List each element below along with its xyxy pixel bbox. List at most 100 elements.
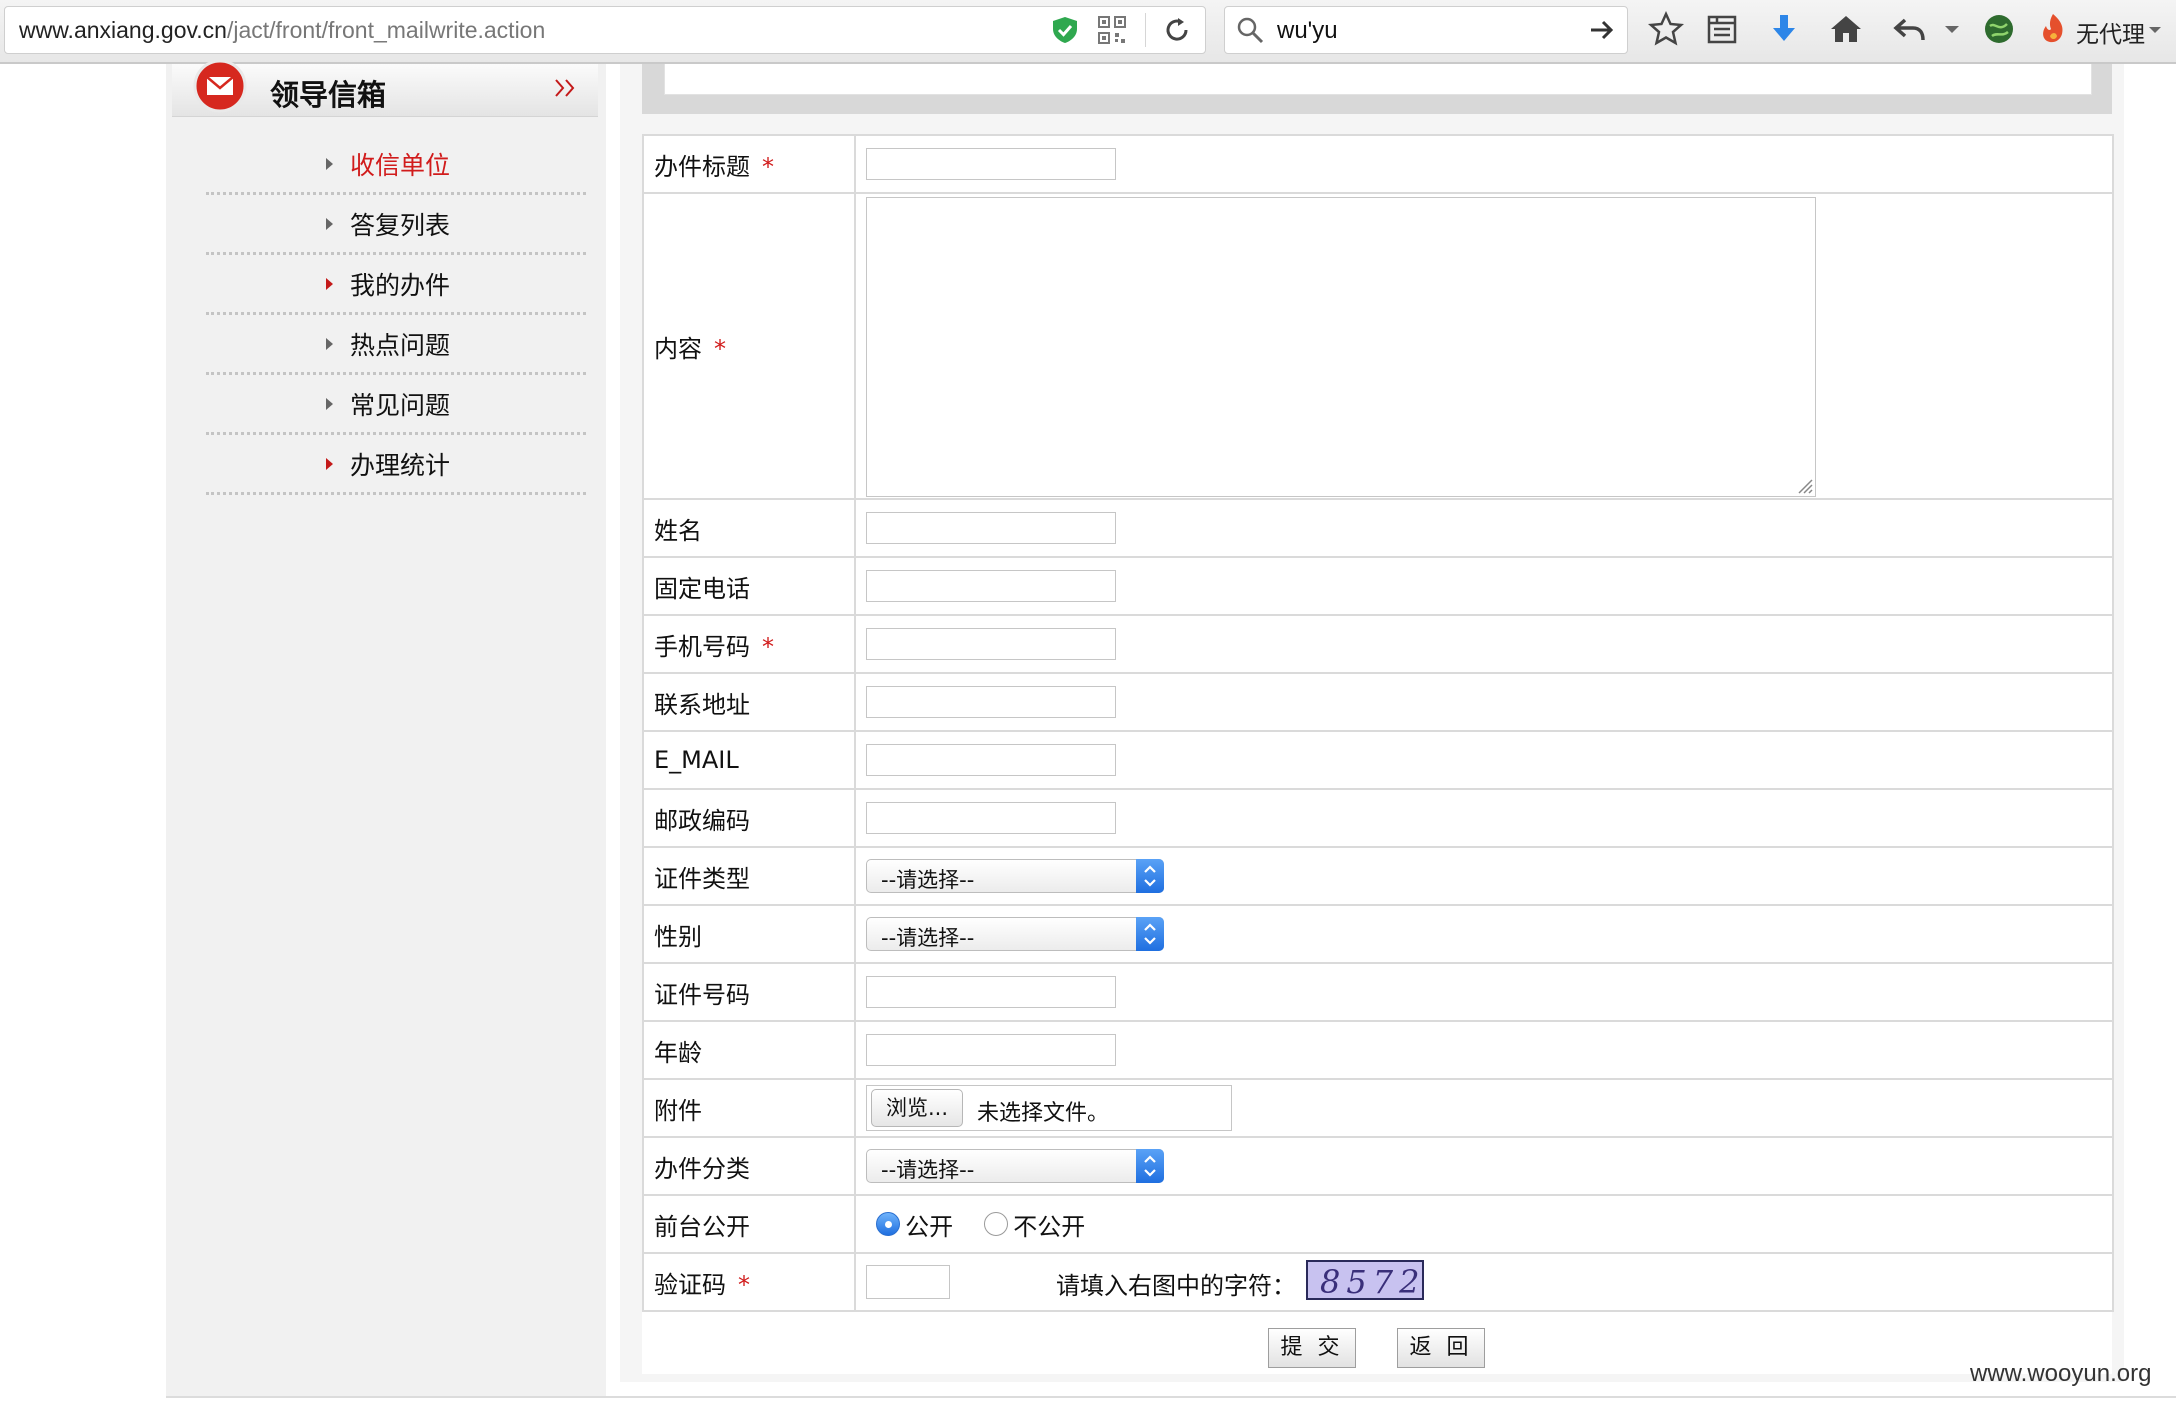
- arrow-right-icon[interactable]: [1587, 15, 1617, 45]
- public-no-radio[interactable]: [984, 1212, 1009, 1236]
- form-row-address: 联系地址: [642, 672, 2114, 732]
- content-area: 办件标题 * 内容 * 姓名 固定电话 手机号码 * 联系地址 E_MAIL 邮…: [620, 64, 2124, 1382]
- watermark: www.wooyun.org: [1970, 1360, 2152, 1387]
- id-number-input[interactable]: [866, 976, 1116, 1008]
- name-input[interactable]: [866, 512, 1116, 544]
- back-button[interactable]: 返 回: [1397, 1328, 1485, 1368]
- select-value: --请选择--: [881, 1158, 975, 1182]
- phone-input[interactable]: [866, 570, 1116, 602]
- sidebar-header: 领导信箱: [172, 59, 598, 117]
- content-textarea[interactable]: [866, 197, 1816, 497]
- sidebar-item-receiving-units[interactable]: 收信单位: [206, 134, 586, 195]
- qr-code-icon[interactable]: [1098, 16, 1126, 44]
- form-row-id-type: 证件类型 --请选择--: [642, 846, 2114, 906]
- form-field-cell: [854, 1020, 2114, 1080]
- form-label: 年龄: [642, 1020, 856, 1080]
- postcode-input[interactable]: [866, 802, 1116, 834]
- home-icon[interactable]: [1827, 10, 1865, 48]
- captcha-image[interactable]: 8572: [1306, 1260, 1424, 1301]
- sidebar-item-my-cases[interactable]: 我的办件: [206, 254, 586, 315]
- sidebar-item-reply-list[interactable]: 答复列表: [206, 194, 586, 255]
- form-field-cell: [854, 962, 2114, 1022]
- select-value: --请选择--: [881, 868, 975, 892]
- sidebar-item-label[interactable]: 热点问题: [350, 326, 450, 362]
- form-field-cell: [854, 498, 2114, 558]
- proxy-label[interactable]: 无代理: [2076, 15, 2145, 49]
- form-field-cell: 请填入右图中的字符： 8572: [854, 1252, 2114, 1312]
- caret-right-icon: [326, 398, 333, 410]
- proxy-fox-icon[interactable]: [2036, 10, 2070, 48]
- select-arrows-icon[interactable]: [1136, 917, 1164, 951]
- sidebar-item-label[interactable]: 答复列表: [350, 206, 450, 242]
- form-label: 办件标题 *: [642, 134, 856, 194]
- reading-list-icon[interactable]: [1703, 10, 1741, 48]
- form-field-cell: [854, 730, 2114, 790]
- undo-icon[interactable]: [1891, 10, 1929, 48]
- proxy-dropdown-icon[interactable]: [2146, 10, 2164, 48]
- page-bottom-border: [166, 1396, 2176, 1398]
- search-query[interactable]: wu'yu: [1277, 17, 1338, 45]
- sidebar-item-statistics[interactable]: 办理统计: [206, 434, 586, 495]
- captcha-input[interactable]: [866, 1265, 950, 1299]
- sidebar-item-label[interactable]: 我的办件: [350, 266, 450, 302]
- address-input[interactable]: [866, 686, 1116, 718]
- age-input[interactable]: [866, 1034, 1116, 1066]
- form-row-captcha: 验证码 * 请填入右图中的字符： 8572: [642, 1252, 2114, 1312]
- submit-button[interactable]: 提 交: [1268, 1328, 1356, 1368]
- sidebar-item-faq[interactable]: 常见问题: [206, 374, 586, 435]
- form-label: 手机号码 *: [642, 614, 856, 674]
- url-text[interactable]: www.anxiang.gov.cn/jact/front/front_mail…: [19, 17, 545, 44]
- sidebar-item-label[interactable]: 收信单位: [350, 146, 450, 182]
- form-row-name: 姓名: [642, 498, 2114, 558]
- address-bar[interactable]: www.anxiang.gov.cn/jact/front/front_mail…: [4, 6, 1206, 54]
- form-label: 证件类型: [642, 846, 856, 906]
- caret-right-icon: [326, 338, 333, 350]
- form-label: 邮政编码: [642, 788, 856, 848]
- extension-globe-icon[interactable]: [1980, 10, 2018, 48]
- browse-button[interactable]: 浏览...: [871, 1089, 963, 1127]
- email-input[interactable]: [866, 744, 1116, 776]
- form-label: 联系地址: [642, 672, 856, 732]
- form-row-phone: 固定电话: [642, 556, 2114, 616]
- caret-right-icon: [326, 458, 333, 470]
- search-bar[interactable]: wu'yu: [1224, 6, 1628, 54]
- form-label: 前台公开: [642, 1194, 856, 1254]
- public-no-label[interactable]: 不公开: [1013, 1213, 1085, 1241]
- form-label: 内容 *: [642, 192, 856, 500]
- form-field-cell: --请选择--: [854, 846, 2114, 906]
- mail-form: 办件标题 * 内容 * 姓名 固定电话 手机号码 * 联系地址 E_MAIL 邮…: [642, 134, 2114, 1312]
- sidebar: 领导信箱 收信单位 答复列表 我的办件 热点问题 常见问题 办理统计: [166, 59, 606, 1396]
- sidebar-item-label[interactable]: 办理统计: [350, 446, 450, 482]
- form-label: 验证码 *: [642, 1252, 856, 1312]
- sidebar-item-label[interactable]: 常见问题: [350, 386, 450, 422]
- public-yes-label[interactable]: 公开: [905, 1213, 953, 1241]
- select-arrows-icon[interactable]: [1136, 1149, 1164, 1183]
- sidebar-item-hot-issues[interactable]: 热点问题: [206, 314, 586, 375]
- resize-grip-icon[interactable]: [1795, 476, 1813, 494]
- id-type-select[interactable]: --请选择--: [866, 859, 1164, 893]
- top-panel-inner: [664, 64, 2092, 95]
- required-mark: *: [714, 334, 726, 363]
- form-field-cell: [854, 134, 2114, 194]
- form-row-gender: 性别 --请选择--: [642, 904, 2114, 964]
- form-field-cell: [854, 556, 2114, 616]
- select-arrows-icon[interactable]: [1136, 859, 1164, 893]
- title-input[interactable]: [866, 148, 1116, 180]
- category-select[interactable]: --请选择--: [866, 1149, 1164, 1183]
- shield-check-icon[interactable]: [1050, 15, 1080, 45]
- mobile-input[interactable]: [866, 628, 1116, 660]
- chevron-down-icon[interactable]: [1940, 10, 1964, 48]
- required-mark: *: [762, 152, 774, 181]
- file-input[interactable]: 浏览... 未选择文件。: [866, 1085, 1232, 1131]
- reload-icon[interactable]: [1161, 14, 1193, 46]
- bookmark-star-icon[interactable]: [1647, 10, 1685, 48]
- public-yes-radio[interactable]: [876, 1212, 900, 1236]
- double-chevron-right-icon[interactable]: [552, 74, 580, 102]
- form-label: 性别: [642, 904, 856, 964]
- form-row-attachment: 附件 浏览... 未选择文件。: [642, 1078, 2114, 1138]
- form-row-postcode: 邮政编码: [642, 788, 2114, 848]
- download-icon[interactable]: [1765, 10, 1803, 48]
- form-field-cell: --请选择--: [854, 904, 2114, 964]
- mail-icon: [193, 59, 247, 113]
- gender-select[interactable]: --请选择--: [866, 917, 1164, 951]
